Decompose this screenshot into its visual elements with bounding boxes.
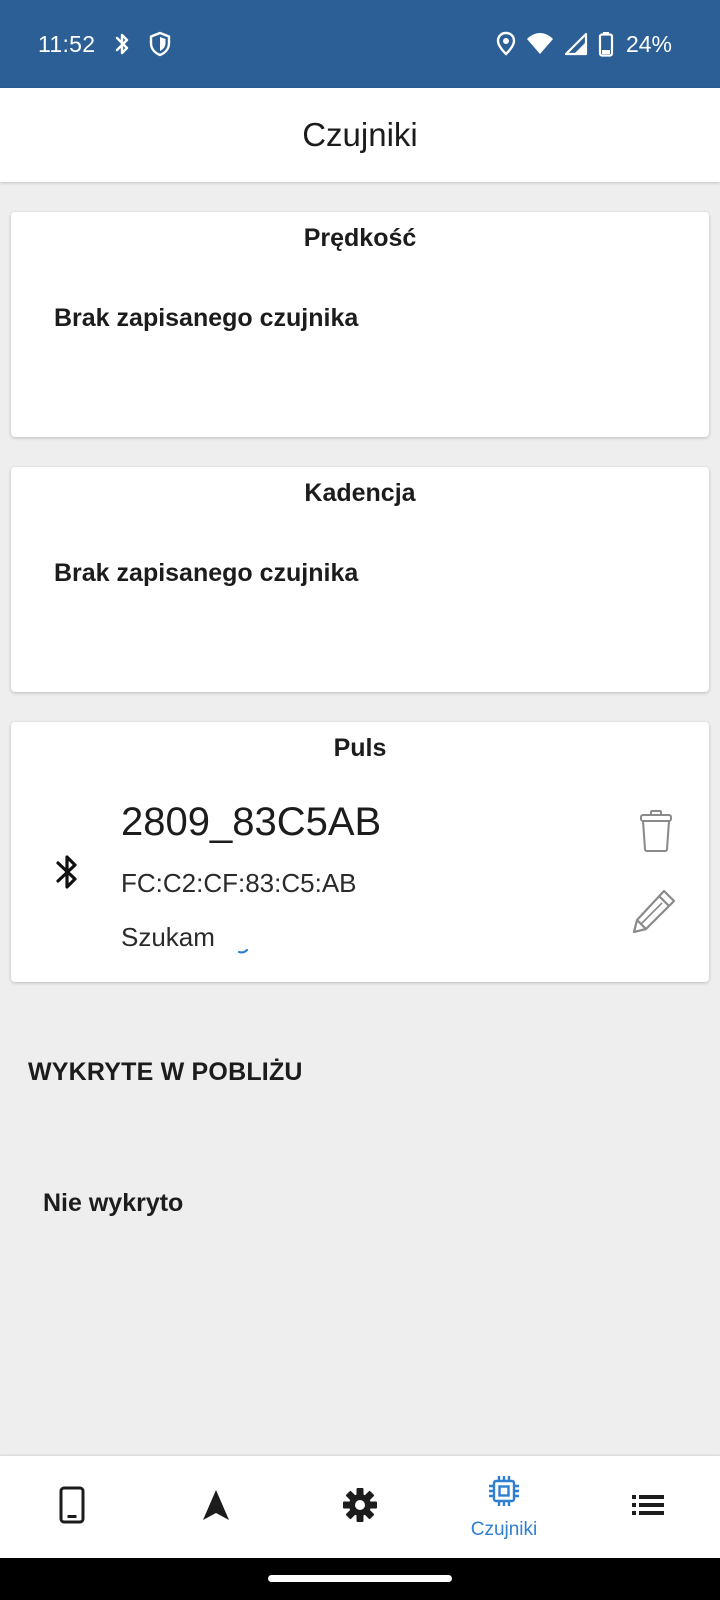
nav-item-device[interactable] xyxy=(0,1456,144,1558)
pulse-mac-address: FC:C2:CF:83:C5:AB xyxy=(121,868,357,898)
battery-icon xyxy=(598,31,614,57)
nav-item-navigation[interactable] xyxy=(144,1456,288,1558)
nearby-empty-text: Nie wykryto xyxy=(43,1189,184,1217)
list-icon xyxy=(631,1493,665,1522)
pulse-card-title: Puls xyxy=(333,734,387,762)
bottom-navigation: Czujniki xyxy=(0,1456,720,1558)
system-gesture-bar xyxy=(0,1558,720,1600)
delete-sensor-button[interactable] xyxy=(633,808,679,858)
trash-icon xyxy=(639,809,673,858)
location-icon xyxy=(496,31,516,57)
bluetooth-icon xyxy=(53,852,81,897)
wifi-icon xyxy=(526,32,554,56)
gear-icon xyxy=(342,1487,378,1528)
phone-icon xyxy=(59,1486,85,1529)
signal-icon xyxy=(564,32,588,56)
bluetooth-icon xyxy=(113,31,131,57)
loading-spinner-icon xyxy=(237,942,251,960)
speed-card-title: Prędkość xyxy=(303,224,417,252)
status-bar-right: 24% xyxy=(496,0,672,88)
status-bar-left: 11:52 xyxy=(38,0,171,88)
nearby-section-heading: WYKRYTE W POBLIŻU xyxy=(28,1058,303,1086)
nav-item-sensors-label: Czujniki xyxy=(470,1518,538,1540)
chip-icon xyxy=(487,1474,521,1513)
pulse-device-name: 2809_83C5AB xyxy=(121,800,382,844)
speed-sensor-card[interactable]: Prędkość Brak zapisanego czujnika xyxy=(11,212,709,437)
battery-percentage: 24% xyxy=(625,30,672,57)
speed-empty-text: Brak zapisanego czujnika xyxy=(54,304,359,332)
nav-item-sensors[interactable]: Czujniki xyxy=(432,1456,576,1558)
app-bar: Czujniki xyxy=(0,88,720,182)
pulse-connection-status: Szukam xyxy=(121,922,215,952)
cadence-card-title: Kadencja xyxy=(304,479,416,507)
status-bar: 11:52 24% xyxy=(0,0,720,88)
pencil-icon xyxy=(630,887,678,940)
nav-item-settings[interactable] xyxy=(288,1456,432,1558)
status-time: 11:52 xyxy=(38,30,96,57)
page-title: Czujniki xyxy=(302,116,418,153)
pulse-sensor-card[interactable]: Puls 2809_83C5AB FC:C2:CF:83:C5:AB Szuka… xyxy=(11,722,709,982)
cadence-empty-text: Brak zapisanego czujnika xyxy=(54,559,359,587)
nav-item-list[interactable] xyxy=(576,1456,720,1558)
shield-icon xyxy=(149,31,171,57)
navigation-arrow-icon xyxy=(201,1488,231,1527)
cadence-sensor-card[interactable]: Kadencja Brak zapisanego czujnika xyxy=(11,467,709,692)
gesture-handle[interactable] xyxy=(268,1575,452,1582)
edit-sensor-button[interactable] xyxy=(629,888,679,938)
